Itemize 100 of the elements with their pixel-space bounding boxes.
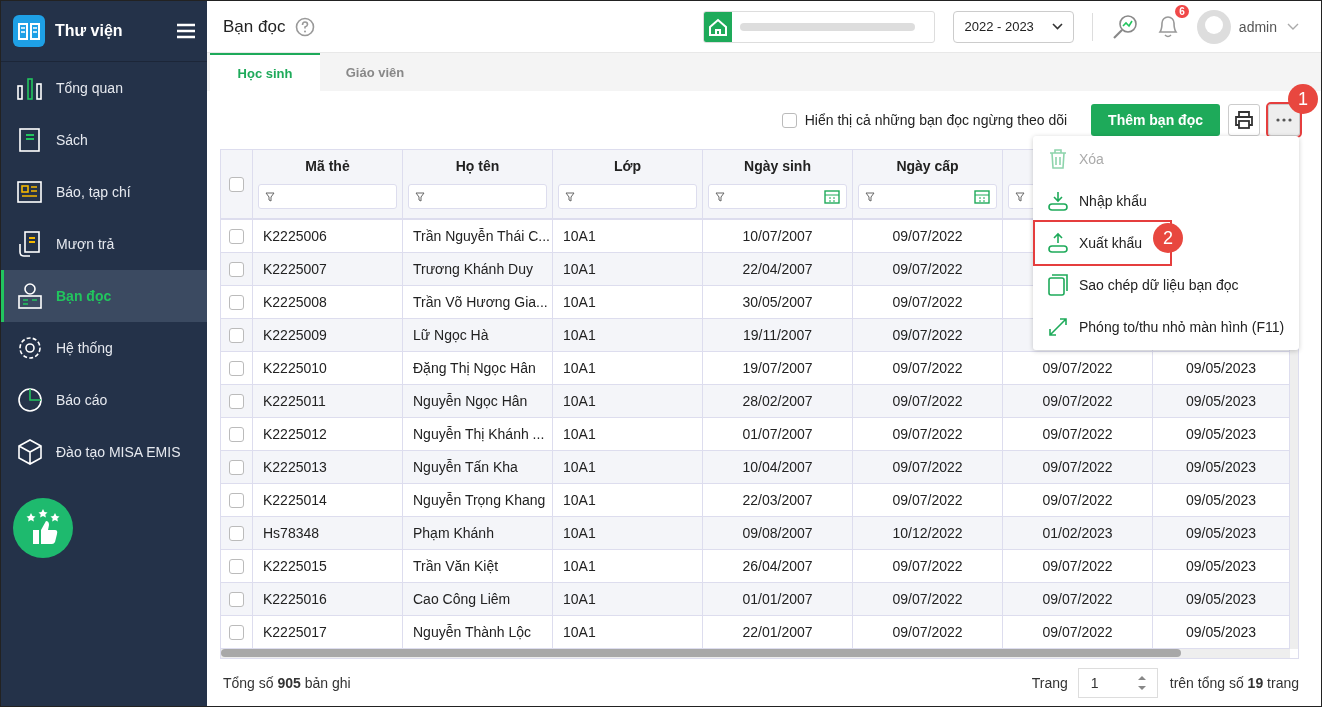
filter-icon	[415, 191, 425, 202]
horizontal-scrollbar[interactable]	[221, 649, 1290, 658]
table-cell: Trần Võ Hương Gia...	[413, 294, 548, 310]
table-cell: 10A1	[563, 558, 596, 574]
more-button[interactable]	[1268, 104, 1300, 136]
help-icon[interactable]	[295, 16, 316, 37]
table-cell: K2225007	[263, 261, 327, 277]
menu-item[interactable]: Sao chép dữ liệu bạn đọc	[1035, 264, 1297, 306]
table-cell: Nguyễn Trọng Khang	[413, 492, 546, 508]
table-cell: Trần Nguyễn Thái C...	[413, 228, 550, 244]
menu-item[interactable]: Nhập khẩu	[1035, 180, 1297, 222]
table-cell: Nguyễn Ngọc Hân	[413, 393, 528, 409]
table-cell: Lữ Ngọc Hà	[413, 327, 489, 343]
book-logo-icon	[13, 15, 45, 47]
table-cell: Trương Khánh Duy	[413, 261, 533, 277]
scrollbar-thumb[interactable]	[221, 649, 1181, 657]
menu-item[interactable]: Phóng to/thu nhỏ màn hình (F11)	[1035, 306, 1297, 348]
table-cell: 09/07/2022	[1042, 558, 1113, 574]
filter-field[interactable]	[858, 184, 997, 209]
school-selector[interactable]	[703, 10, 936, 43]
table-cell: 09/07/2022	[1042, 360, 1113, 376]
row-checkbox[interactable]	[229, 558, 244, 574]
filter-field[interactable]	[258, 184, 397, 209]
calendar-icon[interactable]	[824, 189, 840, 204]
rating-badge-icon[interactable]	[13, 498, 73, 558]
row-checkbox[interactable]	[229, 294, 244, 310]
table-cell: K2225006	[263, 228, 327, 244]
avatar-icon[interactable]	[1196, 9, 1231, 44]
menu-icon[interactable]	[177, 23, 195, 39]
home-icon	[704, 11, 733, 42]
row-checkbox[interactable]	[229, 459, 244, 475]
record-count: Tổng số 905 bản ghi	[223, 674, 351, 691]
pie-chart-icon	[16, 386, 44, 414]
row-checkbox[interactable]	[229, 393, 244, 409]
column-header: Ngày cấp	[896, 158, 959, 176]
table-cell: 09/07/2022	[892, 228, 963, 244]
row-checkbox[interactable]	[229, 261, 244, 277]
table-cell: Phạm Khánh	[413, 525, 494, 541]
table-cell: K2225012	[263, 426, 327, 442]
table-cell: 10A1	[563, 261, 596, 277]
table-cell: 09/07/2022	[892, 591, 963, 607]
caret-icon[interactable]	[1287, 22, 1299, 31]
table-cell: K2225016	[263, 591, 327, 607]
spinner-icon[interactable]	[1136, 673, 1147, 692]
sidebar-item[interactable]: Sách	[1, 114, 207, 166]
table-cell: 10/07/2007	[742, 228, 813, 244]
table-cell: 01/07/2007	[742, 426, 813, 442]
table-cell: Cao Công Liêm	[413, 591, 511, 607]
table-cell: 10/04/2007	[742, 459, 813, 475]
sidebar-item[interactable]: Bạn đọc	[1, 270, 207, 322]
table-cell: 09/07/2022	[1042, 492, 1113, 508]
table-cell: 09/07/2022	[892, 426, 963, 442]
table-cell: 10/12/2022	[892, 525, 963, 541]
table-cell: 01/02/2023	[1042, 525, 1113, 541]
sidebar-item[interactable]: Báo cáo	[1, 374, 207, 426]
row-checkbox[interactable]	[229, 624, 244, 640]
dots-icon	[1276, 118, 1292, 122]
table-cell: Hs78348	[263, 525, 320, 541]
year-select[interactable]: 2022 - 2023	[953, 10, 1074, 43]
sidebar-item[interactable]: Hệ thống	[1, 322, 207, 374]
table-cell: 10A1	[563, 459, 596, 475]
trash-icon	[1047, 148, 1069, 170]
table-cell: Đặng Thị Ngọc Hân	[413, 360, 536, 376]
table-cell: Nguyễn Thành Lộc	[413, 624, 532, 640]
checkbox[interactable]	[781, 112, 797, 128]
checkbox-label: Hiển thị cả những bạn đọc ngừng theo dõi	[804, 112, 1068, 128]
column-header: Mã thẻ	[305, 158, 350, 176]
sidebar-item[interactable]: Báo, tạp chí	[1, 166, 207, 218]
row-checkbox[interactable]	[229, 327, 244, 343]
calendar-icon[interactable]	[974, 189, 990, 204]
table-cell: 26/04/2007	[742, 558, 813, 574]
sidebar-item[interactable]: Mượn trả	[1, 218, 207, 270]
table-cell: 22/03/2007	[742, 492, 813, 508]
select-all-checkbox[interactable]	[229, 176, 244, 192]
row-checkbox[interactable]	[229, 525, 244, 541]
row-checkbox[interactable]	[229, 360, 244, 376]
table-cell: 09/07/2022	[892, 459, 963, 475]
filter-field[interactable]	[558, 184, 697, 209]
filter-field[interactable]	[408, 184, 547, 209]
user-name[interactable]: admin	[1238, 18, 1277, 35]
row-checkbox[interactable]	[229, 492, 244, 508]
page-input[interactable]: 1	[1077, 667, 1158, 698]
table-cell: K2225013	[263, 459, 327, 475]
row-checkbox[interactable]	[229, 228, 244, 244]
column-header: Ngày sinh	[744, 158, 811, 176]
row-checkbox[interactable]	[229, 591, 244, 607]
table-cell: 09/05/2023	[1185, 360, 1257, 376]
print-button[interactable]	[1228, 104, 1260, 136]
sidebar-item[interactable]: Tổng quan	[1, 62, 207, 114]
table-cell: 10A1	[563, 393, 596, 409]
filter-field[interactable]	[708, 184, 847, 209]
table-cell: 09/07/2022	[892, 261, 963, 277]
table-cell: 09/05/2023	[1185, 459, 1257, 475]
table-cell: K2225015	[263, 558, 327, 574]
table-cell: 10A1	[563, 591, 596, 607]
table-cell: 10A1	[563, 327, 596, 343]
row-checkbox[interactable]	[229, 426, 244, 442]
table-cell: K2225011	[263, 393, 326, 409]
sidebar-item[interactable]: Đào tạo MISA EMIS	[1, 426, 207, 478]
newspaper-icon	[16, 178, 44, 206]
